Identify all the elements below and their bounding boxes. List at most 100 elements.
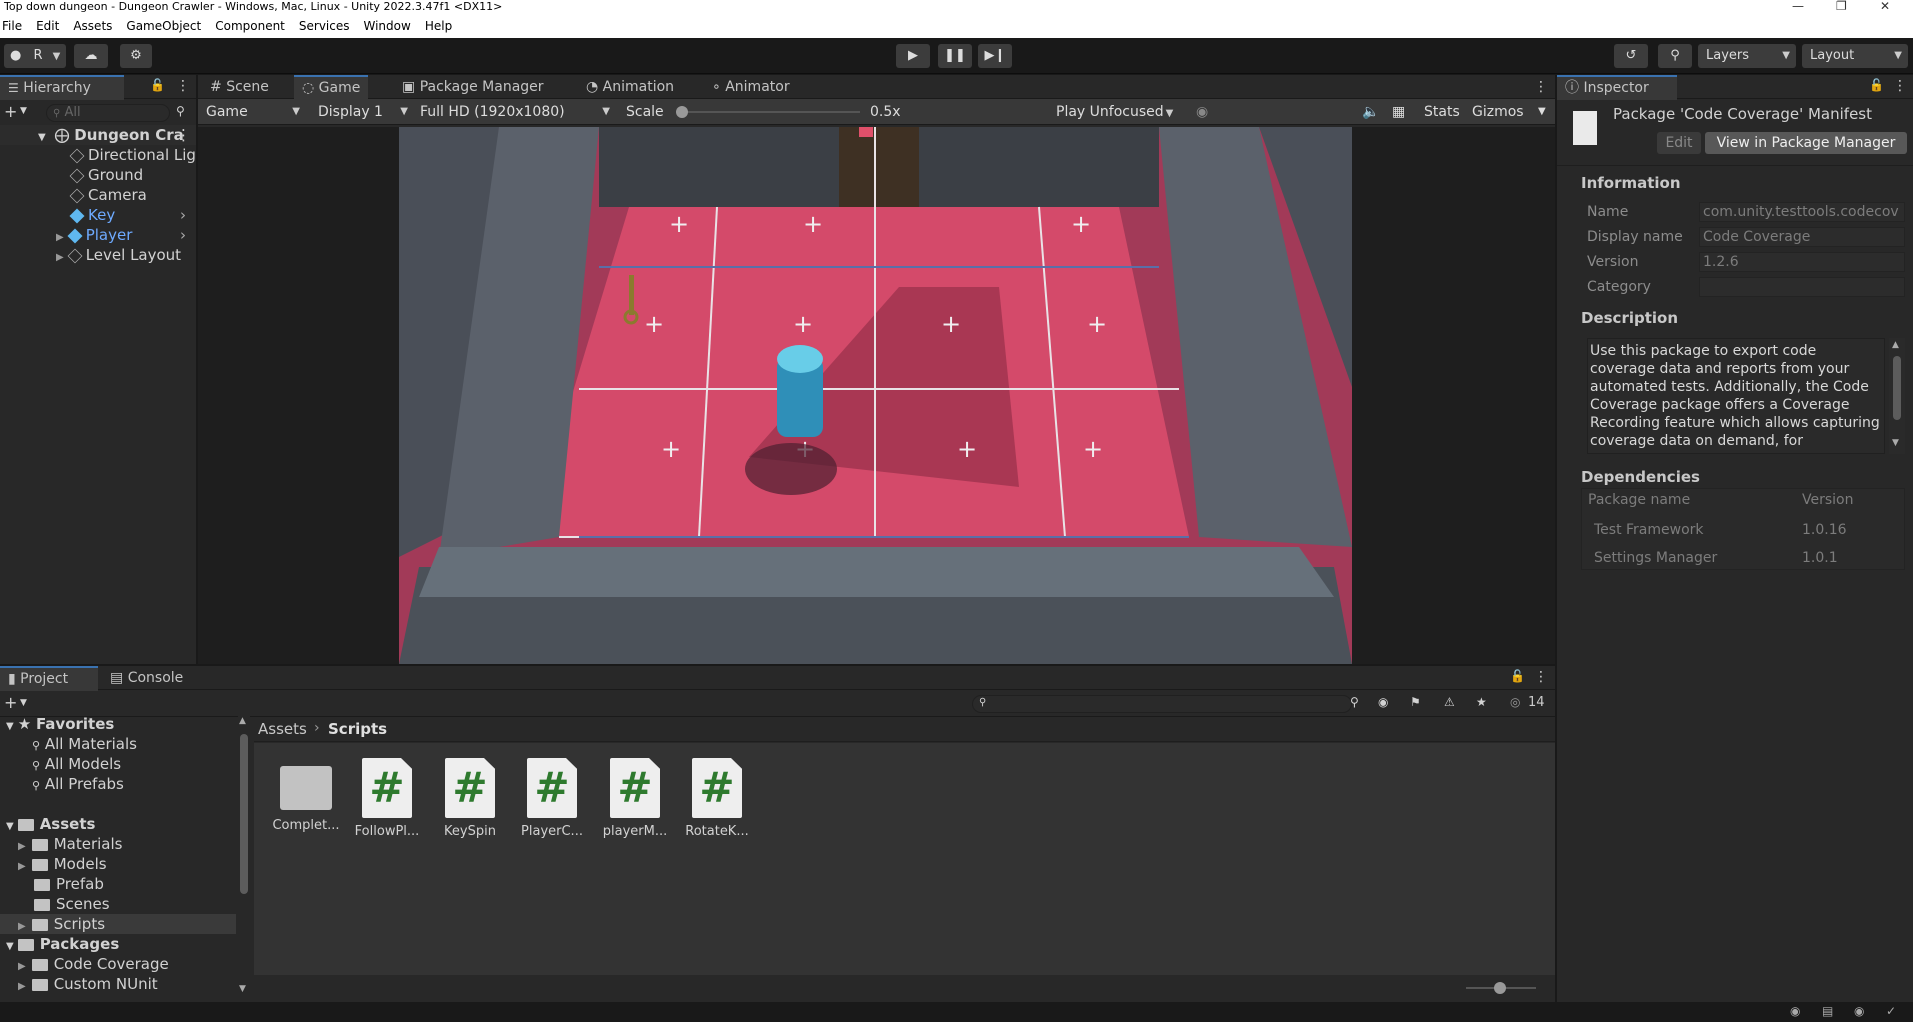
version-field[interactable]: 1.2.6 [1699, 252, 1905, 272]
lock-icon[interactable]: 🔓 [150, 78, 165, 92]
scale-slider-track[interactable] [676, 106, 860, 118]
tab-project[interactable]: ▮ Project [0, 666, 98, 691]
lock-icon[interactable]: 🔓 [1869, 78, 1884, 92]
play-button[interactable]: ▶ [896, 44, 930, 68]
folder-item[interactable]: ▶ Materials [18, 834, 122, 854]
name-field[interactable]: com.unity.testtools.codecov [1699, 202, 1905, 222]
packages-header[interactable]: ▼ Packages [6, 934, 119, 954]
cloud-button[interactable]: ☁ [74, 44, 108, 68]
tab-package-manager[interactable]: ▣ Package Manager [394, 75, 552, 100]
folder-item[interactable]: Scenes [34, 894, 110, 914]
eye-icon[interactable]: ◎ [1510, 695, 1520, 709]
scene-root-row[interactable]: ▼ ⨁ Dungeon Cra ⋮ [0, 125, 196, 145]
menu-edit[interactable]: Edit [28, 14, 65, 33]
icon-size-slider-thumb[interactable] [1494, 982, 1506, 994]
asset-script-item[interactable]: # RotateK... [678, 758, 756, 839]
layout-dropdown[interactable]: Layout ▼ [1802, 44, 1908, 68]
hierarchy-search-input[interactable]: ⚲ All [46, 104, 170, 122]
tab-hierarchy[interactable]: ☰ Hierarchy [0, 75, 124, 100]
tab-animation[interactable]: ◔ Animation [578, 75, 682, 100]
pause-button[interactable]: ❚❚ [938, 44, 972, 68]
view-in-package-manager-button[interactable]: View in Package Manager [1705, 132, 1907, 154]
search-button[interactable]: ⚲ [1658, 44, 1692, 68]
hierarchy-item-ground[interactable]: Ground [0, 165, 143, 185]
description-textarea[interactable]: Use this package to export code coverage… [1587, 338, 1885, 454]
menu-window[interactable]: Window [356, 14, 417, 33]
history-button[interactable]: ↺ [1614, 44, 1648, 68]
bug-icon[interactable]: ◉ [1192, 102, 1208, 122]
asset-script-item[interactable]: # KeySpin [431, 758, 509, 839]
scene-search-icon[interactable]: ⚲ [176, 104, 185, 118]
star-icon[interactable]: ★ [1476, 695, 1487, 709]
hierarchy-item-directional-light[interactable]: Directional Lig [0, 145, 196, 165]
display-name-field[interactable]: Code Coverage [1699, 227, 1905, 247]
folder-item[interactable]: ▶ Custom NUnit [18, 974, 158, 994]
scrollbar-thumb[interactable] [1893, 356, 1901, 420]
hierarchy-item-key[interactable]: Key › [0, 205, 196, 225]
speaker-icon[interactable]: 🔈 [1358, 102, 1379, 122]
check-icon[interactable]: ✓ [1886, 1004, 1896, 1018]
minimize-icon[interactable]: — [1792, 0, 1804, 13]
collab-settings-button[interactable]: ⚙ [120, 44, 152, 68]
asset-script-item[interactable]: # FollowPl... [348, 758, 426, 839]
scroll-up-icon[interactable]: ▲ [1892, 340, 1899, 350]
asset-folder-item[interactable]: Complet... [267, 758, 345, 833]
search-options-icon[interactable]: ⚲ [1350, 695, 1359, 709]
game-mode-dropdown[interactable]: Game ▼ [202, 102, 306, 122]
step-button[interactable]: ▶❙ [978, 44, 1012, 68]
game-render[interactable]: ++++ ++++ +++ [399, 127, 1352, 664]
menu-component[interactable]: Component [207, 14, 291, 33]
close-icon[interactable]: ✕ [1880, 0, 1890, 13]
filter-type-icon[interactable]: ◉ [1378, 695, 1388, 709]
description-scrollbar[interactable]: ▲ ▼ [1889, 338, 1905, 454]
scale-slider-thumb[interactable] [676, 106, 688, 118]
chevron-right-icon[interactable]: › [180, 225, 186, 245]
folder-item-selected[interactable]: ▶ Scripts [0, 914, 236, 934]
menu-file[interactable]: File [0, 14, 28, 33]
tab-animator[interactable]: ∘ Animator [704, 75, 798, 100]
edit-button[interactable]: Edit [1657, 132, 1701, 154]
menu-help[interactable]: Help [417, 14, 458, 33]
tree-scrollbar[interactable]: ▲ ▼ [238, 716, 250, 996]
folder-item[interactable]: ▶ Code Coverage [18, 954, 169, 974]
expand-right-icon[interactable]: ▶ [56, 252, 64, 263]
folder-item[interactable]: Prefab [34, 874, 104, 894]
more-menu-icon[interactable]: ⋮ [176, 78, 190, 94]
add-icon[interactable]: + [4, 102, 17, 121]
tab-console[interactable]: ▤ Console [102, 666, 191, 691]
menu-services[interactable]: Services [291, 14, 356, 33]
display-dropdown[interactable]: Display 1 ▼ [314, 102, 412, 122]
scroll-down-icon[interactable]: ▼ [1892, 438, 1899, 448]
cache-icon[interactable]: ▤ [1822, 1004, 1833, 1018]
scroll-up-icon[interactable]: ▲ [239, 716, 246, 726]
menu-gameobject[interactable]: GameObject [118, 14, 207, 33]
chevron-down-icon[interactable]: ▼ [20, 698, 27, 708]
favorite-item[interactable]: ⚲ All Prefabs [32, 774, 124, 794]
chevron-down-icon[interactable]: ▼ [1534, 102, 1546, 122]
more-menu-icon[interactable]: ⋮ [1534, 669, 1548, 685]
expand-right-icon[interactable]: ▶ [56, 232, 64, 243]
label-icon[interactable]: ⚑ [1410, 695, 1421, 709]
warning-icon[interactable]: ⚠ [1444, 695, 1455, 709]
folder-item[interactable]: ▶ Models [18, 854, 107, 874]
aspect-grid-icon[interactable]: ▦ [1388, 102, 1405, 122]
tab-scene[interactable]: # Scene [202, 75, 277, 100]
play-mode-dropdown[interactable]: Play Unfocused ▼ [1052, 102, 1182, 122]
stats-button[interactable]: Stats [1420, 102, 1460, 122]
favorites-header[interactable]: ▼ ★ Favorites [6, 714, 114, 734]
asset-script-item[interactable]: # playerM... [596, 758, 674, 839]
more-menu-icon[interactable]: ⋮ [1893, 78, 1907, 94]
network-icon[interactable]: ◉ [1854, 1004, 1864, 1018]
tab-inspector[interactable]: ⓘ Inspector [1557, 75, 1677, 100]
layers-dropdown[interactable]: Layers ▼ [1698, 44, 1796, 68]
icon-size-slider[interactable] [1466, 982, 1536, 994]
project-search-input[interactable]: ⚲ [972, 695, 1352, 713]
breadcrumb-assets[interactable]: Assets [258, 720, 307, 738]
hierarchy-item-level-layout[interactable]: ▶ Level Layout [0, 245, 181, 265]
resolution-dropdown[interactable]: Full HD (1920x1080) ▼ [416, 102, 614, 122]
gizmos-button[interactable]: Gizmos [1468, 102, 1524, 122]
more-menu-icon[interactable]: ⋮ [176, 125, 191, 145]
restore-icon[interactable]: ❐ [1836, 0, 1847, 13]
tab-game[interactable]: ◌ Game [294, 75, 369, 100]
hierarchy-item-player[interactable]: ▶ Player › [0, 225, 196, 245]
